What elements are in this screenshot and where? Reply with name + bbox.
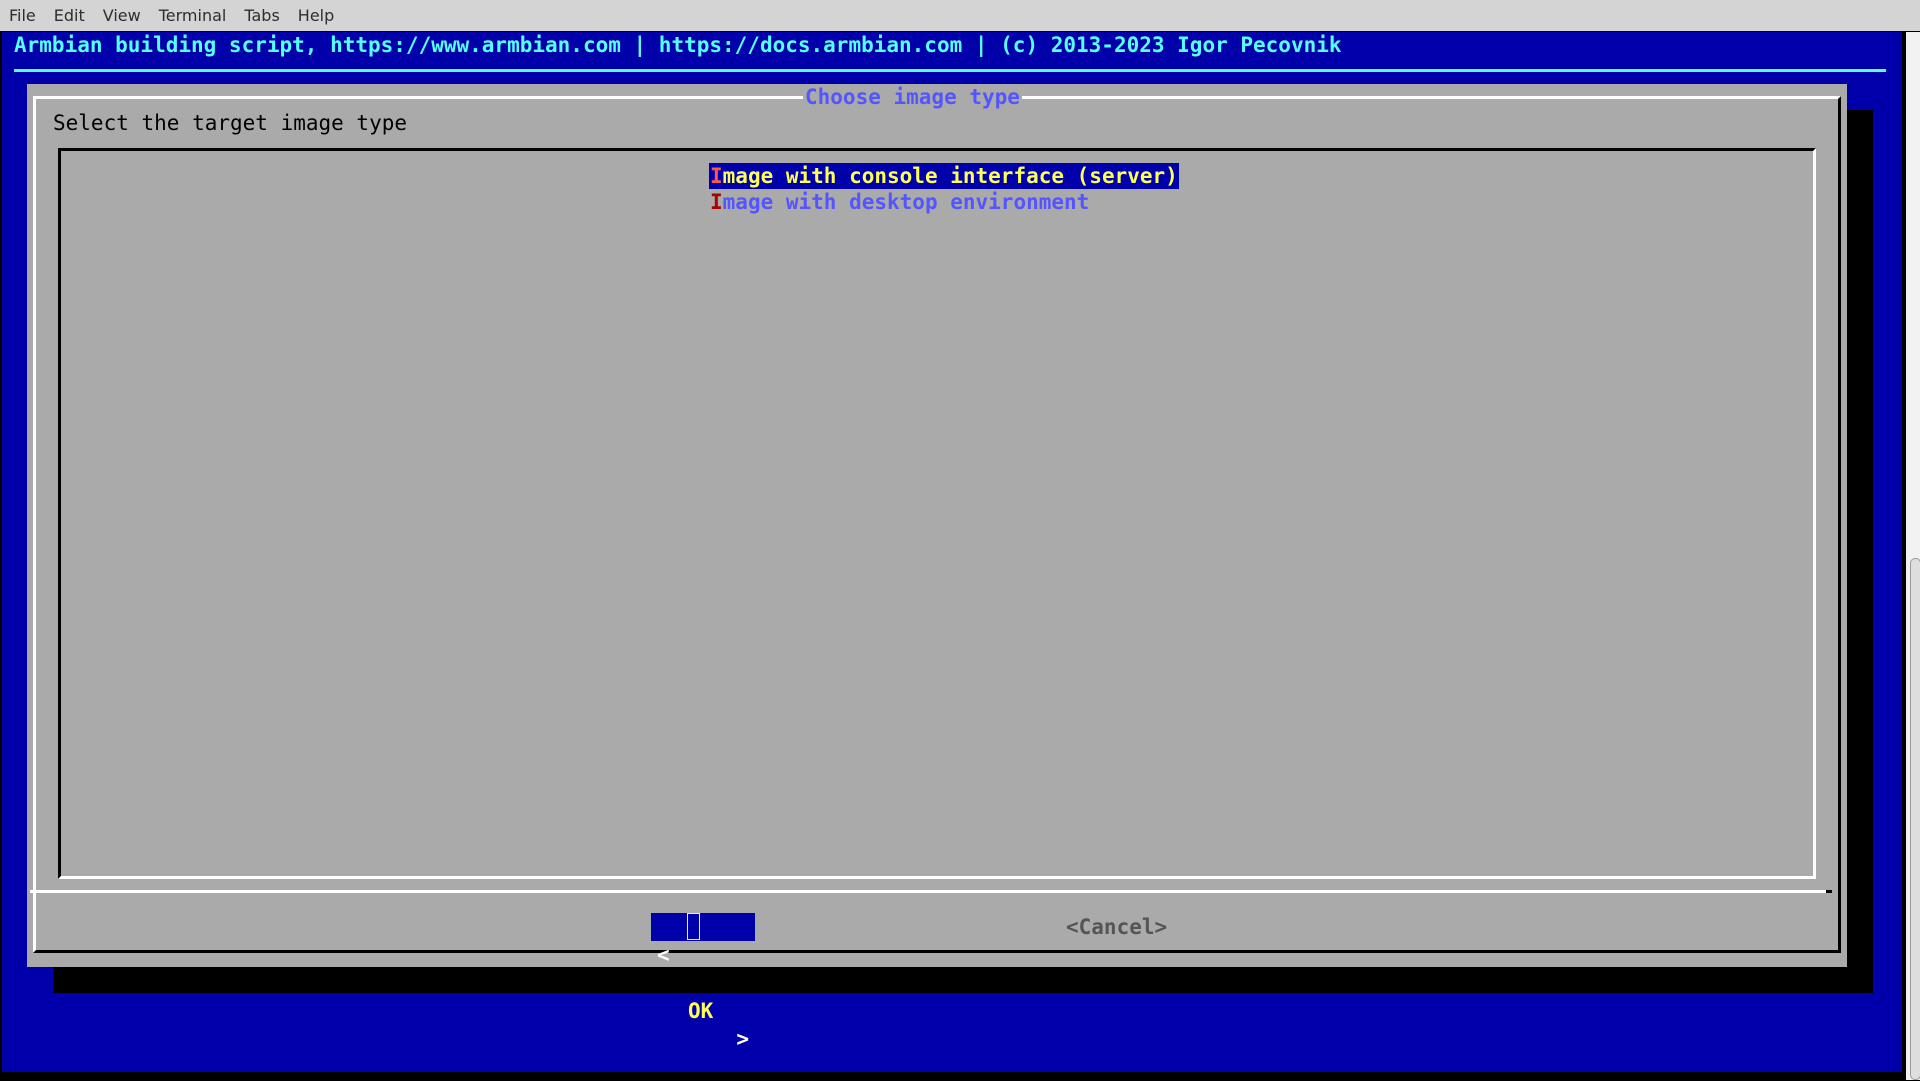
menu-bar: File Edit View Terminal Tabs Help xyxy=(0,0,1920,32)
dialog-prompt: Select the target image type xyxy=(53,111,408,135)
hotkey-char: I xyxy=(710,190,723,214)
bracket-left: < xyxy=(657,943,670,967)
separator-shadow xyxy=(1826,890,1832,893)
ok-label: OK xyxy=(688,999,714,1023)
menu-terminal[interactable]: Terminal xyxy=(150,0,236,31)
ok-button[interactable]: < OK > xyxy=(651,913,755,1051)
cursor-indicator xyxy=(687,913,700,940)
menu-item-desktop[interactable]: Image with desktop environment xyxy=(709,189,1090,215)
button-row: < OK > <Cancel> xyxy=(27,913,1847,1051)
menu-item-label: mage with desktop environment xyxy=(722,190,1090,214)
menu-item-label: mage with console interface (server) xyxy=(722,164,1178,188)
scrollbar-thumb[interactable] xyxy=(1910,558,1920,1080)
backtitle-divider xyxy=(14,69,1886,72)
terminal-scrollbar[interactable] xyxy=(1902,32,1920,1080)
menu-file[interactable]: File xyxy=(0,0,45,31)
menu-list: Image with console interface (server) Im… xyxy=(709,163,1179,215)
menu-help[interactable]: Help xyxy=(289,0,343,31)
hotkey-char: I xyxy=(710,164,723,188)
cancel-button[interactable]: <Cancel> xyxy=(1066,913,1167,941)
menu-item-server[interactable]: Image with console interface (server) xyxy=(709,163,1179,189)
dialog-title: Choose image type xyxy=(803,84,1022,110)
menu-tabs[interactable]: Tabs xyxy=(235,0,288,31)
dialog: Choose image type Select the target imag… xyxy=(27,84,1847,1051)
backtitle: Armbian building script, https://www.arm… xyxy=(14,33,1342,57)
menu-view[interactable]: View xyxy=(94,0,150,31)
menu-edit[interactable]: Edit xyxy=(45,0,94,31)
menu-list-box: Image with console interface (server) Im… xyxy=(58,148,1816,879)
button-separator xyxy=(30,890,1832,893)
bracket-right: > xyxy=(736,1027,749,1051)
